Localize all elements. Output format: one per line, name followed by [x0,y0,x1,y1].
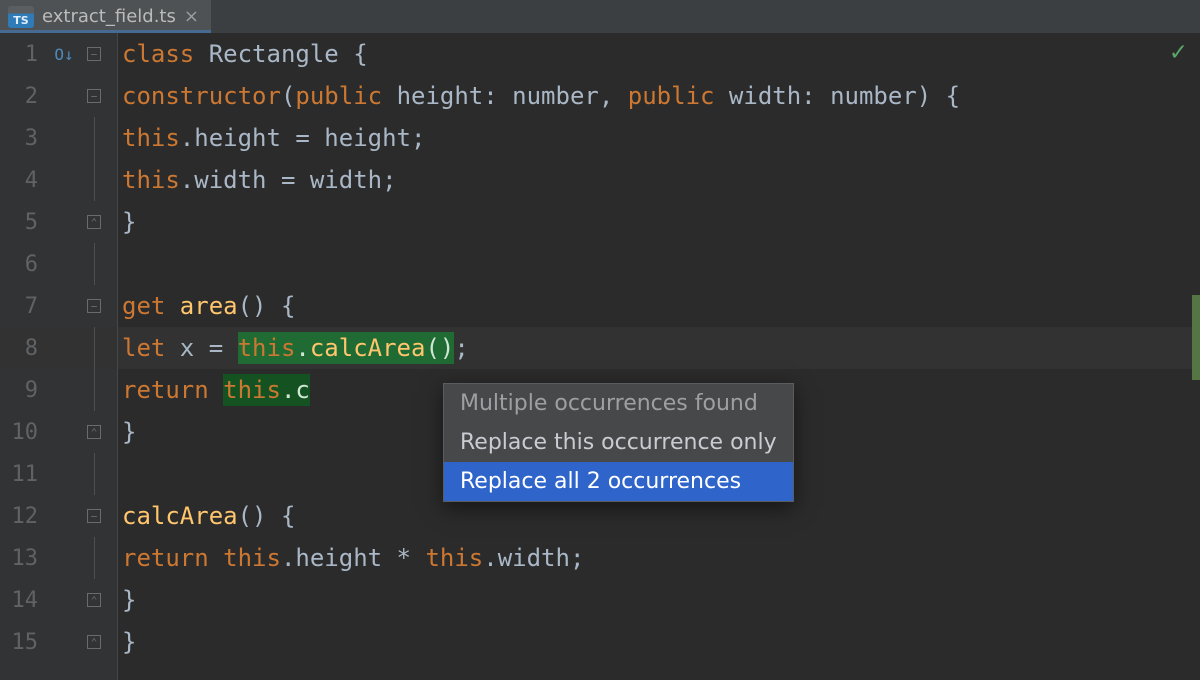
ide-editor-root: TS extract_field.ts × 1 O↓ − 2 − 3 4 5 ⌃ 6… [0,0,1200,680]
popup-option-replace-all[interactable]: Replace all 2 occurrences [444,462,793,501]
line-number: 5 [0,210,44,235]
line-number: 6 [0,252,44,277]
line-number: 2 [0,84,44,109]
code-line[interactable]: this.width = width; [118,159,1200,201]
line-number: 12 [0,504,44,529]
line-number: 4 [0,168,44,193]
tab-bar: TS extract_field.ts × [0,0,1200,33]
popup-title: Multiple occurrences found [444,384,793,423]
code-line[interactable]: } [118,201,1200,243]
fold-toggle[interactable]: ⌃ [87,425,101,439]
code-line[interactable]: } [118,621,1200,663]
line-number: 14 [0,588,44,613]
line-number: 10 [0,420,44,445]
fold-toggle[interactable]: − [87,509,101,523]
close-icon[interactable]: × [184,6,199,27]
fold-toggle[interactable]: ⌃ [87,635,101,649]
line-number: 9 [0,378,44,403]
fold-toggle[interactable]: − [84,47,104,61]
override-marker-icon[interactable]: O↓ [44,45,84,64]
code-line[interactable]: class Rectangle { [118,33,1200,75]
code-line[interactable]: return this.height * this.width; [118,537,1200,579]
highlight-this: this [238,334,296,362]
line-number: 3 [0,126,44,151]
line-number: 1 [0,42,44,67]
typescript-file-icon: TS [8,6,34,28]
code-line[interactable]: this.height = height; [118,117,1200,159]
code-line[interactable]: constructor(public height: number, publi… [118,75,1200,117]
tab-filename: extract_field.ts [42,6,176,27]
line-number: 13 [0,546,44,571]
code-line[interactable] [118,243,1200,285]
code-line[interactable]: } [118,579,1200,621]
popup-option-replace-one[interactable]: Replace this occurrence only [444,423,793,462]
line-number: 7 [0,294,44,319]
editor: 1 O↓ − 2− 3 4 5⌃ 6 7− 8 9 10⌃ 11 12− 13 … [0,33,1200,680]
fold-toggle[interactable]: ⌃ [87,215,101,229]
vcs-change-marker[interactable] [1192,295,1200,380]
fold-toggle[interactable]: − [87,89,101,103]
line-number: 11 [0,462,44,487]
code-area[interactable]: class Rectangle { constructor(public hei… [118,33,1200,680]
line-number: 15 [0,630,44,655]
fold-toggle[interactable]: − [87,299,101,313]
refactor-popup: Multiple occurrences found Replace this … [443,383,794,502]
tab-extract-field[interactable]: TS extract_field.ts × [0,0,211,33]
line-number: 8 [0,336,44,361]
code-line[interactable]: get area() { [118,285,1200,327]
code-line-current[interactable]: let x = this.calcArea(); [118,327,1200,369]
fold-toggle[interactable]: ⌃ [87,593,101,607]
analysis-ok-icon[interactable]: ✓ [1170,37,1186,67]
gutter: 1 O↓ − 2− 3 4 5⌃ 6 7− 8 9 10⌃ 11 12− 13 … [0,33,118,680]
